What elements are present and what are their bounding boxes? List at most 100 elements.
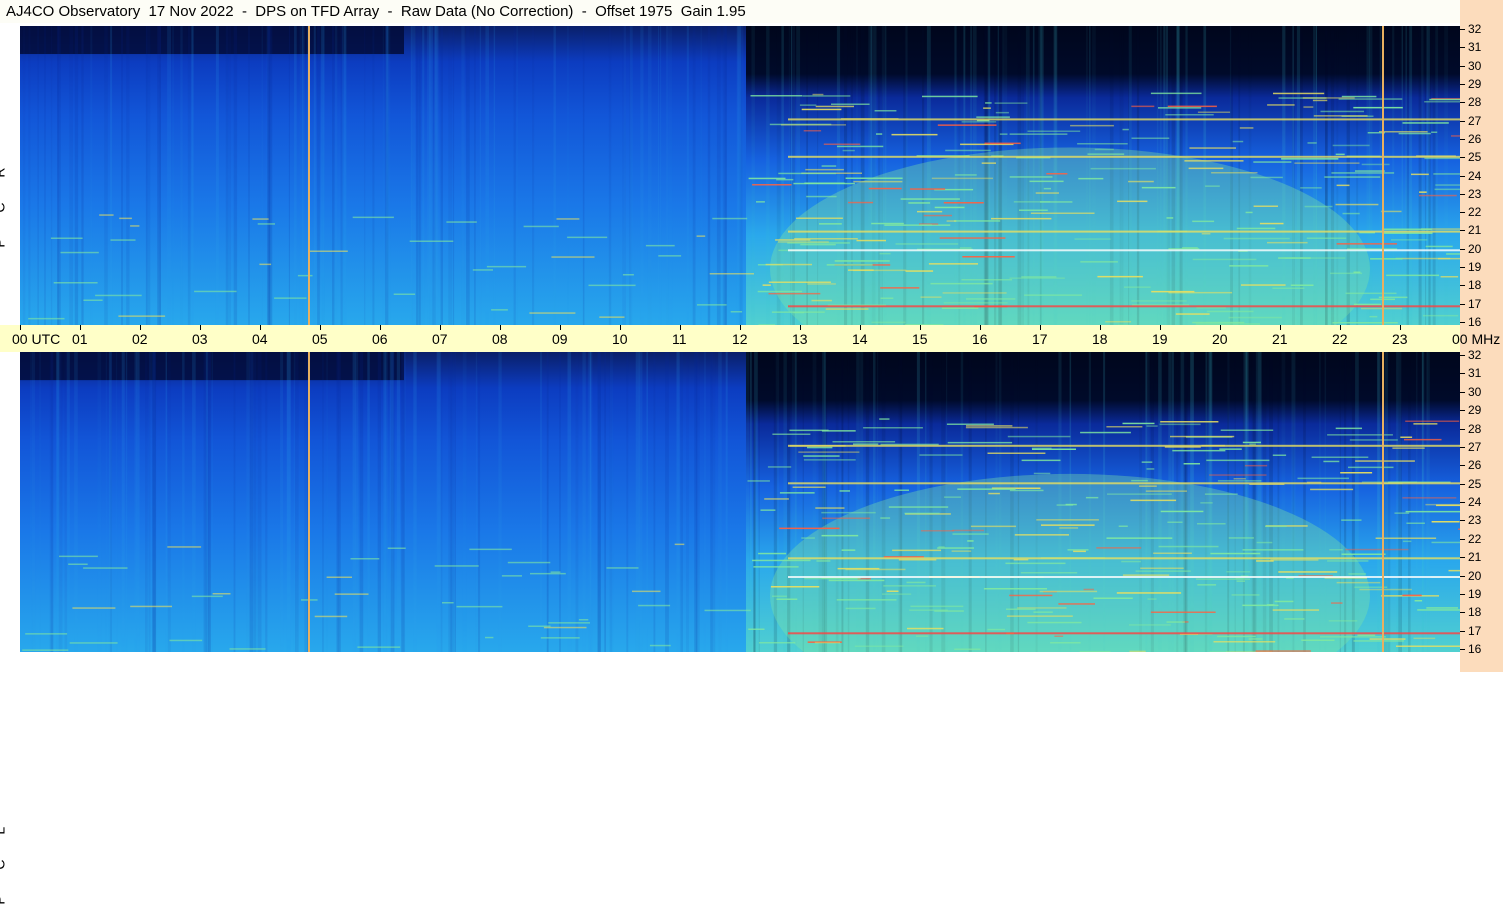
rfi-dash bbox=[1434, 188, 1460, 191]
texture-streak bbox=[647, 26, 652, 325]
rfi-dash bbox=[1336, 243, 1397, 245]
rfi-dash bbox=[83, 567, 128, 569]
texture-streak bbox=[658, 26, 660, 325]
texture-streak bbox=[589, 352, 591, 652]
rfi-dash bbox=[1232, 140, 1244, 143]
rfi-dash bbox=[1394, 512, 1410, 514]
mhz-tick-mark bbox=[1460, 138, 1465, 140]
texture-streak bbox=[448, 26, 452, 325]
rfi-dash bbox=[1451, 135, 1460, 137]
texture-streak bbox=[410, 26, 413, 325]
rfi-dash bbox=[1150, 92, 1202, 95]
rfi-dash bbox=[1413, 637, 1436, 640]
pol-letter: C bbox=[0, 859, 27, 869]
texture-streak bbox=[64, 352, 68, 652]
utc-tick-mark bbox=[980, 325, 981, 330]
texture-streak bbox=[225, 26, 229, 325]
utc-tick-label: 07 bbox=[432, 331, 448, 347]
texture-streak bbox=[121, 26, 123, 325]
rfi-dash bbox=[1248, 638, 1263, 640]
texture-streak bbox=[575, 352, 579, 652]
texture-streak bbox=[1379, 26, 1382, 325]
rfi-dash bbox=[854, 645, 904, 647]
chart-title: AJ4CO Observatory 17 Nov 2022 - DPS on T… bbox=[6, 3, 746, 20]
rfi-dash bbox=[1035, 192, 1059, 194]
rfi-dash bbox=[756, 201, 765, 203]
rfi-dash bbox=[983, 107, 991, 109]
rfi-dash bbox=[999, 133, 1008, 135]
rfi-dash bbox=[308, 250, 348, 252]
rfi-dash bbox=[53, 282, 98, 284]
rfi-dash bbox=[1313, 115, 1368, 117]
rfi-dash bbox=[491, 309, 508, 311]
rfi-dash bbox=[485, 636, 494, 639]
rfi-dash bbox=[578, 619, 589, 621]
rfi-dash bbox=[357, 646, 401, 648]
rfi-dash bbox=[792, 486, 826, 488]
rfi-dash bbox=[856, 239, 886, 242]
rfi-dash bbox=[807, 446, 833, 449]
rfi-dash bbox=[1029, 180, 1064, 183]
utc-tick-mark bbox=[380, 325, 381, 330]
rfi-dash bbox=[832, 441, 896, 443]
rfi-dash bbox=[1140, 567, 1184, 569]
rfi-dash bbox=[1357, 634, 1376, 636]
texture-streak bbox=[280, 352, 284, 652]
texture-streak bbox=[485, 26, 489, 325]
rfi-dash bbox=[588, 284, 636, 287]
rfi-dash bbox=[1021, 276, 1057, 278]
texture-streak bbox=[559, 352, 561, 652]
mhz-tick-mark bbox=[1460, 373, 1465, 375]
rfi-dash bbox=[758, 642, 796, 644]
texture-streak bbox=[1392, 26, 1395, 325]
rfi-dash bbox=[1345, 548, 1409, 551]
texture-streak bbox=[182, 352, 185, 652]
rfi-dash bbox=[1006, 608, 1036, 610]
rfi-dash bbox=[1219, 448, 1242, 450]
texture-streak bbox=[629, 26, 633, 325]
texture-streak bbox=[1416, 352, 1418, 652]
texture-streak bbox=[317, 26, 320, 325]
rfi-dash bbox=[1335, 153, 1345, 156]
rfi-dash bbox=[1146, 425, 1158, 427]
mhz-tick-label: 19 bbox=[1468, 586, 1482, 601]
mhz-tick-label: 23 bbox=[1468, 513, 1482, 528]
texture-streak bbox=[354, 352, 359, 652]
rfi-dash bbox=[771, 311, 825, 313]
hot-channel-line bbox=[788, 305, 1460, 308]
mhz-tick-label: 26 bbox=[1468, 458, 1482, 473]
rfi-dash bbox=[1033, 611, 1053, 613]
rfi-dash bbox=[1312, 99, 1328, 102]
rfi-dash bbox=[1141, 186, 1176, 189]
rfi-dash bbox=[930, 282, 993, 285]
rfi-dash bbox=[529, 312, 576, 314]
rfi-dash bbox=[1369, 315, 1378, 318]
rfi-dash bbox=[1422, 314, 1459, 317]
texture-streak bbox=[412, 26, 416, 325]
rfi-dash bbox=[1005, 562, 1066, 565]
rfi-dash bbox=[1290, 284, 1314, 286]
rfi-dash bbox=[1274, 600, 1294, 603]
rfi-dash bbox=[1297, 477, 1349, 480]
texture-streak bbox=[294, 26, 297, 325]
texture-streak bbox=[422, 26, 425, 325]
texture-streak bbox=[604, 352, 606, 652]
lcp-label-lane: LCP bbox=[0, 352, 20, 905]
rfi-dash bbox=[472, 269, 493, 271]
texture-streak bbox=[707, 26, 711, 325]
rfi-dash bbox=[841, 549, 856, 551]
rfi-dash bbox=[876, 133, 883, 135]
utc-tick-label: 06 bbox=[372, 331, 388, 347]
rfi-dash bbox=[922, 95, 978, 98]
utc-tick-mark bbox=[620, 325, 621, 330]
texture-streak bbox=[248, 26, 250, 325]
rfi-dash bbox=[1188, 167, 1224, 170]
rfi-dash bbox=[811, 299, 832, 302]
mhz-tick-label: 20 bbox=[1468, 568, 1482, 583]
rfi-dash bbox=[934, 206, 965, 209]
mhz-tick-label: 27 bbox=[1468, 439, 1482, 454]
rfi-dash bbox=[550, 571, 561, 573]
rfi-dash bbox=[753, 566, 799, 568]
mhz-tick-label: 22 bbox=[1468, 531, 1482, 546]
texture-streak bbox=[56, 352, 59, 652]
